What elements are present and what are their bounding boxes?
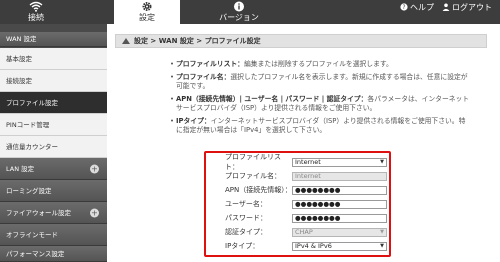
svg-text:?: ? <box>402 4 405 11</box>
desc-term: プロファイル名： <box>176 73 231 81</box>
tab-connect[interactable]: 接続 <box>0 0 72 24</box>
gear-icon <box>142 2 152 11</box>
ip-type-row: IPタイプ： IPv4 & IPv6 <box>225 241 387 251</box>
sidebar-item-roaming-settings[interactable]: ローミング設定 <box>0 180 107 202</box>
tab-version[interactable]: バージョン <box>206 0 272 24</box>
expand-plus-icon[interactable]: + <box>90 164 99 173</box>
help-icon: ? <box>400 3 408 11</box>
sidebar-item-firewall-settings[interactable]: ファイアウォール設定 + <box>0 202 107 224</box>
sidebar-item-label: 接続設定 <box>6 76 32 85</box>
auth-type-select[interactable]: CHAP <box>292 227 387 237</box>
help-link[interactable]: ? ヘルプ <box>400 2 434 13</box>
sidebar-item-label: ローミング設定 <box>6 186 52 195</box>
sidebar-item-label: ファイアウォール設定 <box>6 208 71 217</box>
sidebar-item-connection-settings[interactable]: 接続設定 <box>0 70 107 92</box>
sidebar: WAN 設定 基本設定 接続設定 プロファイル設定 PINコード管理 通信量カウ… <box>0 24 107 262</box>
sidebar-item-label: 通信量カウンター <box>6 142 58 151</box>
sidebar-item-lan-settings[interactable]: LAN 設定 + <box>0 158 107 180</box>
sidebar-item-data-counter[interactable]: 通信量カウンター <box>0 136 107 158</box>
breadcrumb-text: 設定 > WAN 設定 > プロファイル設定 <box>134 37 261 45</box>
auth-type-label: 認証タイプ： <box>225 228 267 236</box>
desc-item: プロファイルリスト：編集または削除するプロファイルを選択します。 <box>170 60 470 69</box>
sidebar-item-label: オフラインモード <box>6 230 58 239</box>
help-description: プロファイルリスト：編集または削除するプロファイルを選択します。 プロファイル名… <box>170 60 470 139</box>
sidebar-item-profile-settings[interactable]: プロファイル設定 <box>0 92 107 114</box>
desc-text: インターネットサービスプロバイダ（ISP）より提供される情報をご使用下さい。特に… <box>176 117 466 134</box>
sidebar-item-label: LAN 設定 <box>6 164 35 173</box>
tab-settings[interactable]: 設定 <box>114 0 180 24</box>
logout-link[interactable]: ログアウト <box>442 2 492 13</box>
profile-name-label: プロファイル名： <box>225 172 281 180</box>
expand-plus-icon[interactable]: + <box>90 208 99 217</box>
sidebar-item-label: プロファイル設定 <box>6 98 58 107</box>
breadcrumb: 設定 > WAN 設定 > プロファイル設定 <box>115 34 487 48</box>
tab-settings-label: 設定 <box>139 13 155 22</box>
top-links: ? ヘルプ ログアウト <box>400 2 492 12</box>
desc-term: APN（接続先情報）| ユーザー名 | パスワード | 認証タイプ： <box>176 95 368 103</box>
logout-label: ログアウト <box>452 2 492 12</box>
sidebar-item-label: WAN 設定 <box>6 35 37 43</box>
username-row: ユーザー名： ●●●●●●●● <box>225 199 387 209</box>
ip-type-label: IPタイプ： <box>225 242 260 250</box>
desc-item: IPタイプ：インターネットサービスプロバイダ（ISP）より提供される情報をご使用… <box>170 117 470 135</box>
sidebar-item-wan-settings[interactable]: WAN 設定 <box>0 32 107 47</box>
desc-text: 編集または削除するプロファイルを選択します。 <box>243 60 393 68</box>
desc-term: IPタイプ： <box>176 117 211 125</box>
sidebar-item-pin-code[interactable]: PINコード管理 <box>0 114 107 136</box>
help-label: ヘルプ <box>410 2 434 12</box>
tab-connect-label: 接続 <box>28 13 44 22</box>
apn-label: APN（接続先情報）： <box>225 186 292 194</box>
warning-triangle-icon <box>122 38 130 44</box>
password-label: パスワード： <box>225 214 267 222</box>
password-row: パスワード： ●●●●●●●● <box>225 213 387 223</box>
sidebar-item-label: 基本設定 <box>6 54 32 63</box>
top-nav: 接続 設定 バージョン ? ヘルプ ログアウト <box>0 0 500 24</box>
sidebar-item-label: パフォーマンス設定 <box>6 249 65 258</box>
profile-list-select[interactable]: Internet <box>292 157 387 167</box>
profile-list-row: プロファイルリスト： Internet <box>225 153 387 171</box>
sidebar-item-offline-mode[interactable]: オフラインモード <box>0 224 107 246</box>
apn-input[interactable]: ●●●●●●●● <box>292 185 387 195</box>
sidebar-item-label: PINコード管理 <box>6 120 50 129</box>
desc-item: APN（接続先情報）| ユーザー名 | パスワード | 認証タイプ：各パラメータ… <box>170 95 470 113</box>
user-icon <box>442 3 450 11</box>
profile-list-label: プロファイルリスト： <box>225 153 281 171</box>
password-input[interactable]: ●●●●●●●● <box>292 213 387 223</box>
ip-type-select[interactable]: IPv4 & IPv6 <box>292 241 387 251</box>
sidebar-item-performance-settings[interactable]: パフォーマンス設定 <box>0 246 107 262</box>
tab-version-label: バージョン <box>219 13 259 22</box>
profile-name-input[interactable]: Internet <box>292 171 387 181</box>
desc-item: プロファイル名：選択したプロファイル名を表示します。新規に作成する場合は、任意に… <box>170 73 470 91</box>
sidebar-item-basic-settings[interactable]: 基本設定 <box>0 48 107 70</box>
apn-row: APN（接続先情報）： ●●●●●●●● <box>225 185 387 195</box>
username-label: ユーザー名： <box>225 200 267 208</box>
auth-type-row: 認証タイプ： CHAP <box>225 227 387 237</box>
desc-term: プロファイルリスト： <box>176 60 244 68</box>
profile-name-row: プロファイル名： Internet <box>225 171 387 181</box>
info-icon <box>234 1 244 12</box>
username-input[interactable]: ●●●●●●●● <box>292 199 387 209</box>
wifi-icon <box>29 1 43 12</box>
